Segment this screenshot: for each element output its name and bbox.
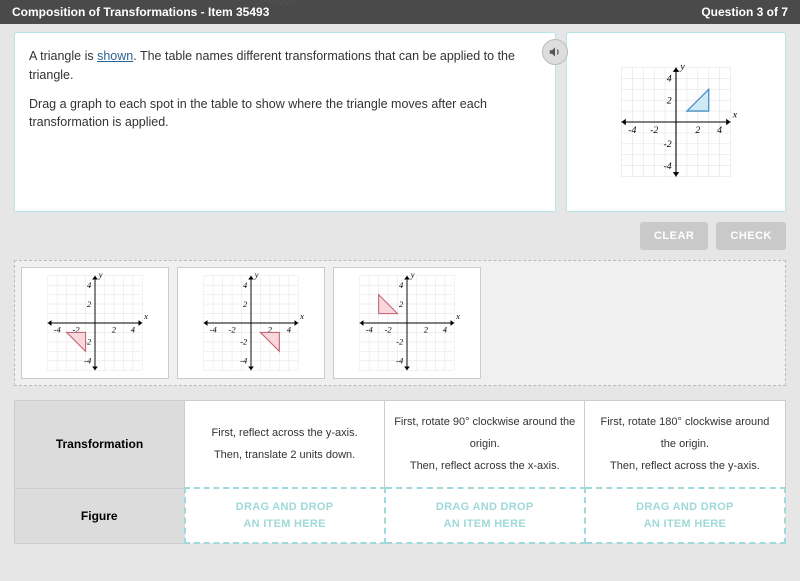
- svg-text:-4: -4: [628, 125, 636, 136]
- question-counter: Question 3 of 7: [701, 5, 788, 19]
- transformation-cell-1: First, reflect across the y-axis. Then, …: [185, 401, 385, 489]
- title-bar: Composition of Transformations - Item 35…: [0, 0, 800, 24]
- transformation-cell-3: First, rotate 180° clockwise around the …: [585, 401, 785, 489]
- prompt-card: A triangle is shown. The table names dif…: [14, 32, 556, 212]
- drop-zone-2[interactable]: DRAG AND DROP AN ITEM HERE: [385, 488, 585, 543]
- svg-text:-2: -2: [663, 139, 671, 150]
- svg-text:-2: -2: [229, 324, 237, 334]
- drop-zone-1[interactable]: DRAG AND DROP AN ITEM HERE: [185, 488, 385, 543]
- reference-graph: -4-224-4-224xy: [591, 62, 761, 182]
- svg-text:-4: -4: [396, 356, 404, 366]
- clear-button[interactable]: CLEAR: [640, 222, 708, 250]
- svg-text:-4: -4: [663, 161, 671, 172]
- trans3-line1: First, rotate 180° clockwise around the …: [591, 411, 778, 455]
- drop1-line2: AN ITEM HERE: [192, 516, 378, 533]
- drop2-line2: AN ITEM HERE: [392, 516, 578, 533]
- svg-text:y: y: [98, 271, 103, 280]
- trans3-line2: Then, reflect across the y-axis.: [591, 455, 778, 477]
- svg-text:-2: -2: [396, 337, 404, 347]
- option-graph-2: -4-224-4-224xy: [181, 271, 321, 375]
- svg-text:x: x: [732, 110, 738, 121]
- drag-pool: -4-224-4-224xy -4-224-4-224xy -4-224-4-2…: [14, 260, 786, 386]
- svg-text:-2: -2: [650, 125, 658, 136]
- svg-text:4: 4: [717, 125, 722, 136]
- shown-link[interactable]: shown: [97, 49, 133, 63]
- svg-text:y: y: [679, 62, 685, 73]
- row-label-figure: Figure: [15, 488, 185, 543]
- drop3-line1: DRAG AND DROP: [592, 499, 778, 516]
- trans2-line2: Then, reflect across the x-axis.: [391, 455, 578, 477]
- page-title: Composition of Transformations - Item 35…: [12, 5, 269, 19]
- svg-text:2: 2: [695, 125, 700, 136]
- row-label-transformation: Transformation: [15, 401, 185, 489]
- transformation-row: Transformation First, reflect across the…: [15, 401, 786, 489]
- svg-text:2: 2: [667, 95, 672, 106]
- svg-text:4: 4: [287, 324, 292, 334]
- drop-zone-3[interactable]: DRAG AND DROP AN ITEM HERE: [585, 488, 785, 543]
- svg-text:4: 4: [667, 74, 672, 85]
- svg-text:-2: -2: [240, 337, 248, 347]
- svg-text:-4: -4: [54, 324, 62, 334]
- transformation-cell-2: First, rotate 90° clockwise around the o…: [385, 401, 585, 489]
- svg-text:x: x: [299, 311, 304, 321]
- button-row: CLEAR CHECK: [0, 212, 800, 260]
- option-graph-3: -4-224-4-224xy: [337, 271, 477, 375]
- prompt-paragraph-2: Drag a graph to each spot in the table t…: [29, 95, 541, 133]
- pre-quiz-label: Pre-Quiz: [260, 0, 296, 6]
- drag-option-2[interactable]: -4-224-4-224xy: [177, 267, 325, 379]
- answer-table: Transformation First, reflect across the…: [14, 400, 786, 544]
- svg-text:x: x: [143, 311, 148, 321]
- drop2-line1: DRAG AND DROP: [392, 499, 578, 516]
- figure-row: Figure DRAG AND DROP AN ITEM HERE DRAG A…: [15, 488, 786, 543]
- svg-text:-2: -2: [385, 324, 393, 334]
- trans1-line1: First, reflect across the y-axis.: [191, 422, 378, 444]
- drag-option-3[interactable]: -4-224-4-224xy: [333, 267, 481, 379]
- prompt-text-a: A triangle is: [29, 49, 97, 63]
- trans1-line2: Then, translate 2 units down.: [191, 444, 378, 466]
- drop1-line1: DRAG AND DROP: [192, 499, 378, 516]
- option-graph-1: -4-224-4-224xy: [25, 271, 165, 375]
- audio-button[interactable]: [542, 39, 568, 65]
- svg-text:-4: -4: [84, 356, 92, 366]
- svg-text:4: 4: [443, 324, 448, 334]
- svg-text:x: x: [455, 311, 460, 321]
- svg-text:4: 4: [131, 324, 136, 334]
- drag-option-1[interactable]: -4-224-4-224xy: [21, 267, 169, 379]
- svg-text:2: 2: [112, 324, 117, 334]
- svg-text:y: y: [410, 271, 415, 280]
- drop3-line2: AN ITEM HERE: [592, 516, 778, 533]
- audio-icon: [548, 45, 562, 59]
- trans2-line1: First, rotate 90° clockwise around the o…: [391, 411, 578, 455]
- svg-text:2: 2: [424, 324, 429, 334]
- svg-text:-4: -4: [210, 324, 218, 334]
- svg-text:-4: -4: [366, 324, 374, 334]
- check-button[interactable]: CHECK: [716, 222, 786, 250]
- svg-text:y: y: [254, 271, 259, 280]
- svg-text:-4: -4: [240, 356, 248, 366]
- reference-graph-card: -4-224-4-224xy: [566, 32, 786, 212]
- prompt-paragraph-1: A triangle is shown. The table names dif…: [29, 47, 541, 85]
